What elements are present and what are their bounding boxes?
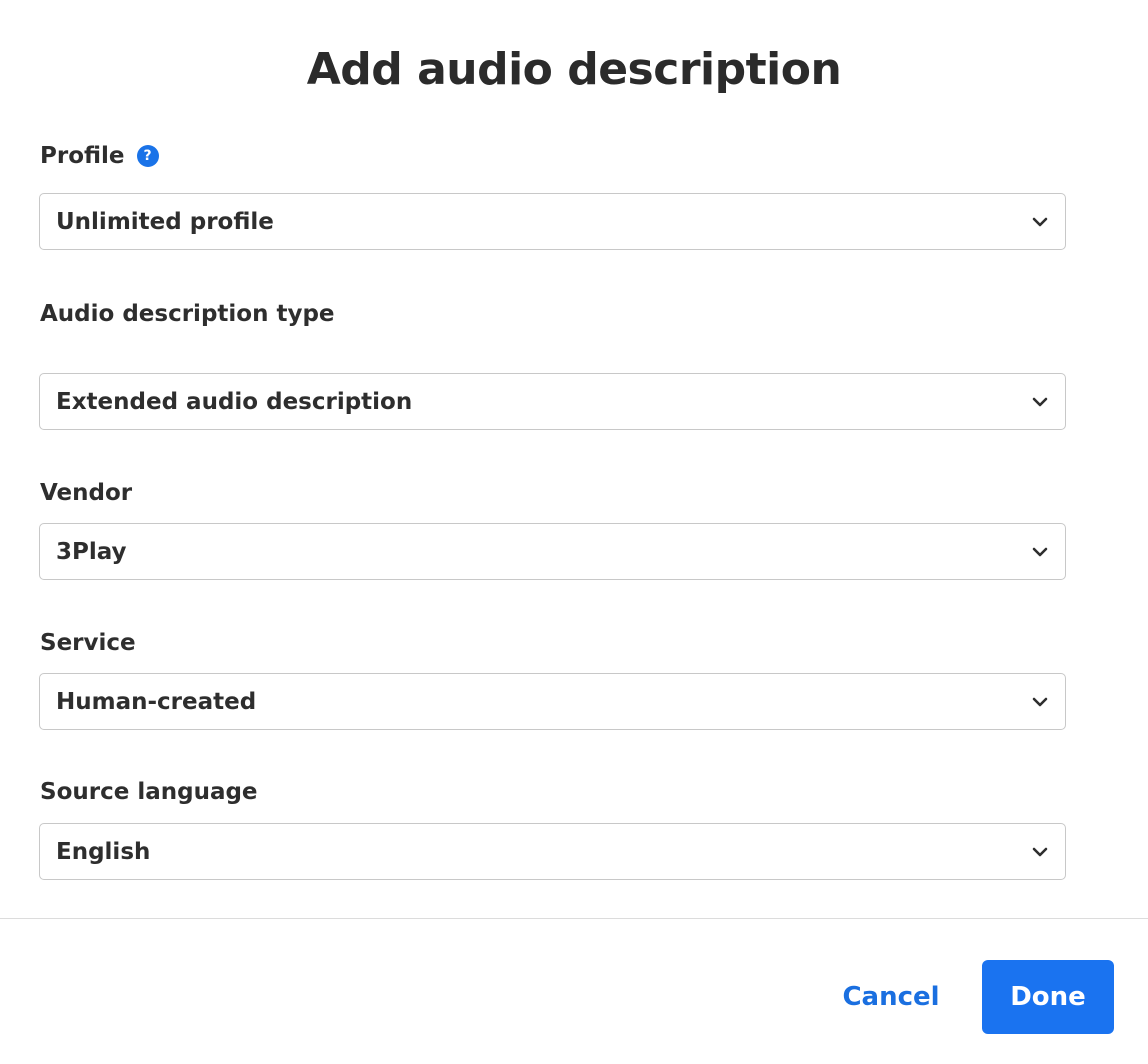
profile-select[interactable]: Unlimited profile [39,193,1066,250]
footer-divider [0,918,1148,919]
ad-type-label: Audio description type [40,299,335,329]
source-language-select-value: English [56,838,151,865]
vendor-label-text: Vendor [40,480,133,506]
done-button[interactable]: Done [982,960,1114,1034]
profile-label-text: Profile [40,143,125,169]
service-select[interactable]: Human-created [39,673,1066,730]
source-language-label-text: Source language [40,779,258,805]
ad-type-label-text: Audio description type [40,301,335,327]
vendor-select[interactable]: 3Play [39,523,1066,580]
cancel-button[interactable]: Cancel [820,960,962,1034]
service-label-text: Service [40,630,136,656]
chevron-down-icon [1031,213,1049,231]
chevron-down-icon [1031,843,1049,861]
source-language-select[interactable]: English [39,823,1066,880]
ad-type-select[interactable]: Extended audio description [39,373,1066,430]
source-language-label: Source language [40,777,258,807]
ad-type-select-value: Extended audio description [56,388,413,415]
chevron-down-icon [1031,543,1049,561]
profile-label: Profile ? [40,141,159,171]
vendor-select-value: 3Play [56,538,127,565]
chevron-down-icon [1031,393,1049,411]
chevron-down-icon [1031,693,1049,711]
dialog-title: Add audio description [306,44,842,95]
vendor-label: Vendor [40,478,132,508]
service-select-value: Human-created [56,688,257,715]
question-circle-icon[interactable]: ? [136,145,159,167]
profile-select-value: Unlimited profile [56,208,274,235]
add-audio-description-dialog: Add audio description Profile ? Unlimite… [0,0,1148,1064]
service-label: Service [40,628,136,658]
